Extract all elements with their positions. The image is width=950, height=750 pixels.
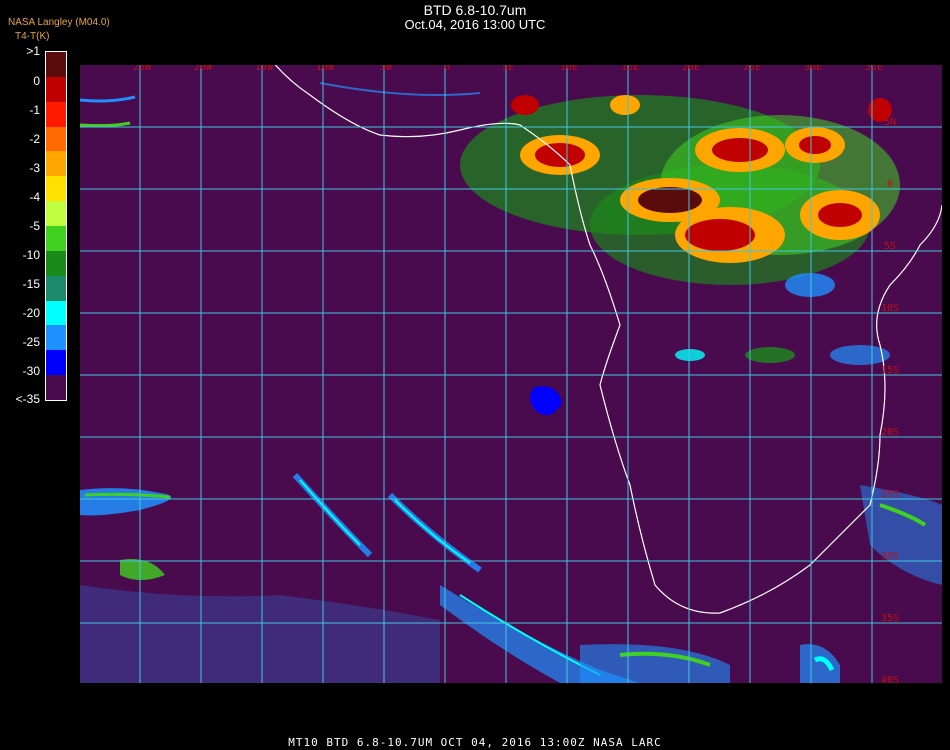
map-canvas: 25W 20W 15W 10W 5W 0 5E 10E 15E 20E 25E 30E 35E 5N 0 5… <box>80 65 942 683</box>
btd-features <box>80 82 942 683</box>
latitude-label: 40S <box>881 675 899 683</box>
latitude-label: 25S <box>881 489 899 500</box>
latitude-label: 35S <box>881 613 899 624</box>
units-label: T4-T(K) <box>15 31 50 42</box>
colorbar-swatch <box>46 275 66 301</box>
colorbar-label: -25 <box>22 335 40 349</box>
colorbar-swatch <box>46 375 66 401</box>
colorbar-label: -15 <box>22 277 40 291</box>
colorbar-label: -30 <box>22 364 40 378</box>
latitude-label: 10S <box>881 303 899 314</box>
colorbar-label: -1 <box>29 103 40 117</box>
latitude-label: 5S <box>884 241 896 252</box>
colorbar-label: 0 <box>33 74 40 88</box>
image-title: BTD 6.8-10.7um <box>423 2 527 18</box>
colorbar-label: -10 <box>22 248 40 262</box>
longitude-label: 10E <box>560 65 578 73</box>
longitude-label: 15W <box>255 65 274 73</box>
colorbar-label: -2 <box>29 132 40 146</box>
colorbar-swatch <box>46 201 66 227</box>
longitude-label: 30E <box>804 65 822 73</box>
satellite-map: 25W 20W 15W 10W 5W 0 5E 10E 15E 20E 25E 30E 35E 5N 0 5… <box>80 65 942 683</box>
colorbar-swatch <box>46 350 66 376</box>
colorbar-label: -20 <box>22 306 40 320</box>
image-subtitle: Oct.04, 2016 13:00 UTC <box>404 17 546 32</box>
colorbar-swatch <box>46 151 66 177</box>
colorbar <box>45 51 67 401</box>
colorbar-swatch <box>46 325 66 351</box>
longitude-label: 15E <box>621 65 639 73</box>
latitude-label: 5N <box>884 117 896 128</box>
colorbar-swatch <box>46 300 66 326</box>
colorbar-swatch <box>46 176 66 202</box>
longitude-labels: 25W 20W 15W 10W 5W 0 5E 10E 15E 20E 25E 30E 35E <box>133 65 883 73</box>
longitude-label: 25W <box>133 65 152 73</box>
latitude-label: 20S <box>881 427 899 438</box>
latitude-label: 15S <box>881 365 899 376</box>
longitude-label: 35E <box>865 65 883 73</box>
longitude-label: 25E <box>743 65 761 73</box>
convection-cluster <box>460 95 900 365</box>
latitude-label: 0 <box>887 179 893 190</box>
colorbar-swatch <box>46 52 66 77</box>
colorbar-swatch <box>46 76 66 102</box>
longitude-label: 5W <box>380 65 393 73</box>
colorbar-label: -3 <box>29 161 40 175</box>
longitude-label: 10W <box>316 65 335 73</box>
colorbar-swatch <box>46 226 66 251</box>
colorbar-swatch <box>46 126 66 152</box>
latitude-label: 30S <box>881 551 899 562</box>
colorbar-label: <-35 <box>15 392 40 406</box>
colorbar-swatch <box>46 101 66 127</box>
colorbar-label: >1 <box>26 44 40 58</box>
colorbar-label: -4 <box>29 190 40 204</box>
longitude-label: 5E <box>502 65 514 73</box>
colorbar-swatch <box>46 250 66 276</box>
longitude-label: 20W <box>194 65 213 73</box>
longitude-label: 0 <box>444 65 450 73</box>
credit-label: NASA Langley (M04.0) <box>8 17 110 28</box>
footer-caption: MT10 BTD 6.8-10.7UM OCT 04, 2016 13:00Z … <box>288 736 662 749</box>
colorbar-label: -5 <box>29 219 40 233</box>
longitude-label: 20E <box>682 65 700 73</box>
